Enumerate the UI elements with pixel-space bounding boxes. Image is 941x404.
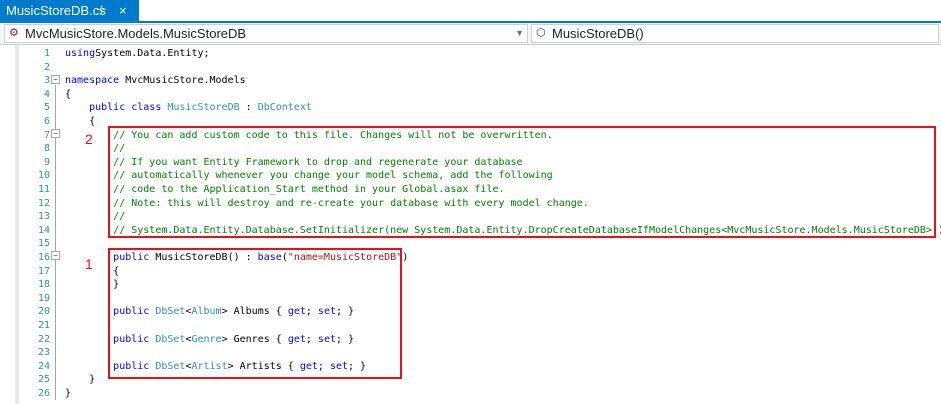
code-token: System.Data.Entity;: [95, 48, 210, 59]
code-token: }: [65, 374, 96, 386]
line-number: 12: [37, 197, 50, 209]
code-token: MvcMusicStore.Models: [119, 75, 246, 87]
navigation-bar: ⚙ MvcMusicStore.Models.MusicStoreDB ▼ ⬡ …: [0, 23, 941, 45]
line-number: 25: [37, 374, 50, 386]
marker-1: 1: [85, 256, 93, 272]
highlight-box-2: [108, 126, 936, 238]
indicator-margin: [15, 45, 19, 404]
highlight-box-1: [108, 248, 402, 379]
line-number: 26: [37, 388, 50, 399]
member-dropdown[interactable]: ⬡ MusicStoreDB(): [531, 24, 939, 43]
line-number: 19: [37, 292, 50, 304]
method-icon: ⬡: [536, 27, 546, 39]
line-number: 4: [43, 88, 50, 100]
line-number: 22: [37, 333, 50, 345]
code-line: {: [65, 88, 71, 101]
type-dropdown[interactable]: ⚙ MvcMusicStore.Models.MusicStoreDB ▼: [4, 24, 528, 43]
code-token: using: [65, 48, 96, 59]
line-number: 1: [43, 48, 50, 59]
code-line: namespace MvcMusicStore.Models: [65, 74, 246, 87]
tab-musicstoredb-cs[interactable]: MusicStoreDB.cs ⊹ ×: [0, 0, 139, 21]
code-token: }: [65, 388, 72, 399]
line-number: 15: [37, 238, 50, 250]
code-token: namespace: [65, 75, 120, 87]
code-line: usingSystem.Data.Entity;: [65, 47, 210, 60]
tab-title: MusicStoreDB.cs: [6, 3, 106, 18]
line-number: 3: [43, 75, 50, 87]
line-number: 20: [37, 306, 50, 318]
line-number: 16: [37, 252, 50, 263]
code-line: public class MusicStoreDB : DbContext: [65, 101, 312, 114]
code-token: public class: [89, 102, 162, 114]
code-line: }: [65, 373, 95, 386]
line-number: 9: [43, 156, 50, 168]
line-number: 13: [37, 211, 50, 223]
line-number: 10: [37, 170, 50, 182]
collapse-comment-icon[interactable]: −: [51, 129, 60, 138]
class-icon: ⚙: [9, 27, 19, 39]
chevron-down-icon: ▼: [515, 28, 524, 38]
code-editor[interactable]: 1 usingSystem.Data.Entity; 2 3 namespace Mvc…: [0, 45, 941, 404]
line-number: 6: [43, 116, 50, 127]
code-token: ): [402, 252, 409, 263]
line-number: 21: [37, 320, 50, 331]
line-number: 23: [37, 347, 50, 359]
close-icon[interactable]: ×: [119, 0, 127, 21]
code-token: MusicStoreDB: [167, 102, 240, 114]
line-number: 5: [43, 102, 50, 114]
line-number: 18: [37, 279, 50, 291]
collapse-namespace-icon[interactable]: −: [51, 75, 60, 84]
code-token: {: [65, 116, 96, 127]
line-number: 11: [37, 184, 50, 195]
marker-2: 2: [85, 131, 93, 147]
line-number: 17: [37, 265, 50, 277]
document-tab-bar: MusicStoreDB.cs ⊹ ×: [0, 0, 941, 23]
type-dropdown-value: MvcMusicStore.Models.MusicStoreDB: [25, 26, 247, 41]
line-number: 8: [43, 143, 50, 155]
code-token: DbContext: [257, 102, 312, 114]
code-token: :: [239, 102, 258, 114]
line-number: 7: [43, 129, 50, 141]
line-number: 24: [37, 360, 50, 372]
collapse-constructor-icon[interactable]: −: [51, 251, 60, 260]
code-token: {: [65, 88, 72, 100]
line-number: 14: [37, 224, 50, 236]
line-number: 2: [43, 61, 50, 73]
pin-icon[interactable]: ⊹: [97, 0, 106, 21]
code-line: {: [65, 115, 95, 128]
code-line: }: [65, 387, 71, 400]
member-dropdown-value: MusicStoreDB(): [552, 26, 644, 41]
